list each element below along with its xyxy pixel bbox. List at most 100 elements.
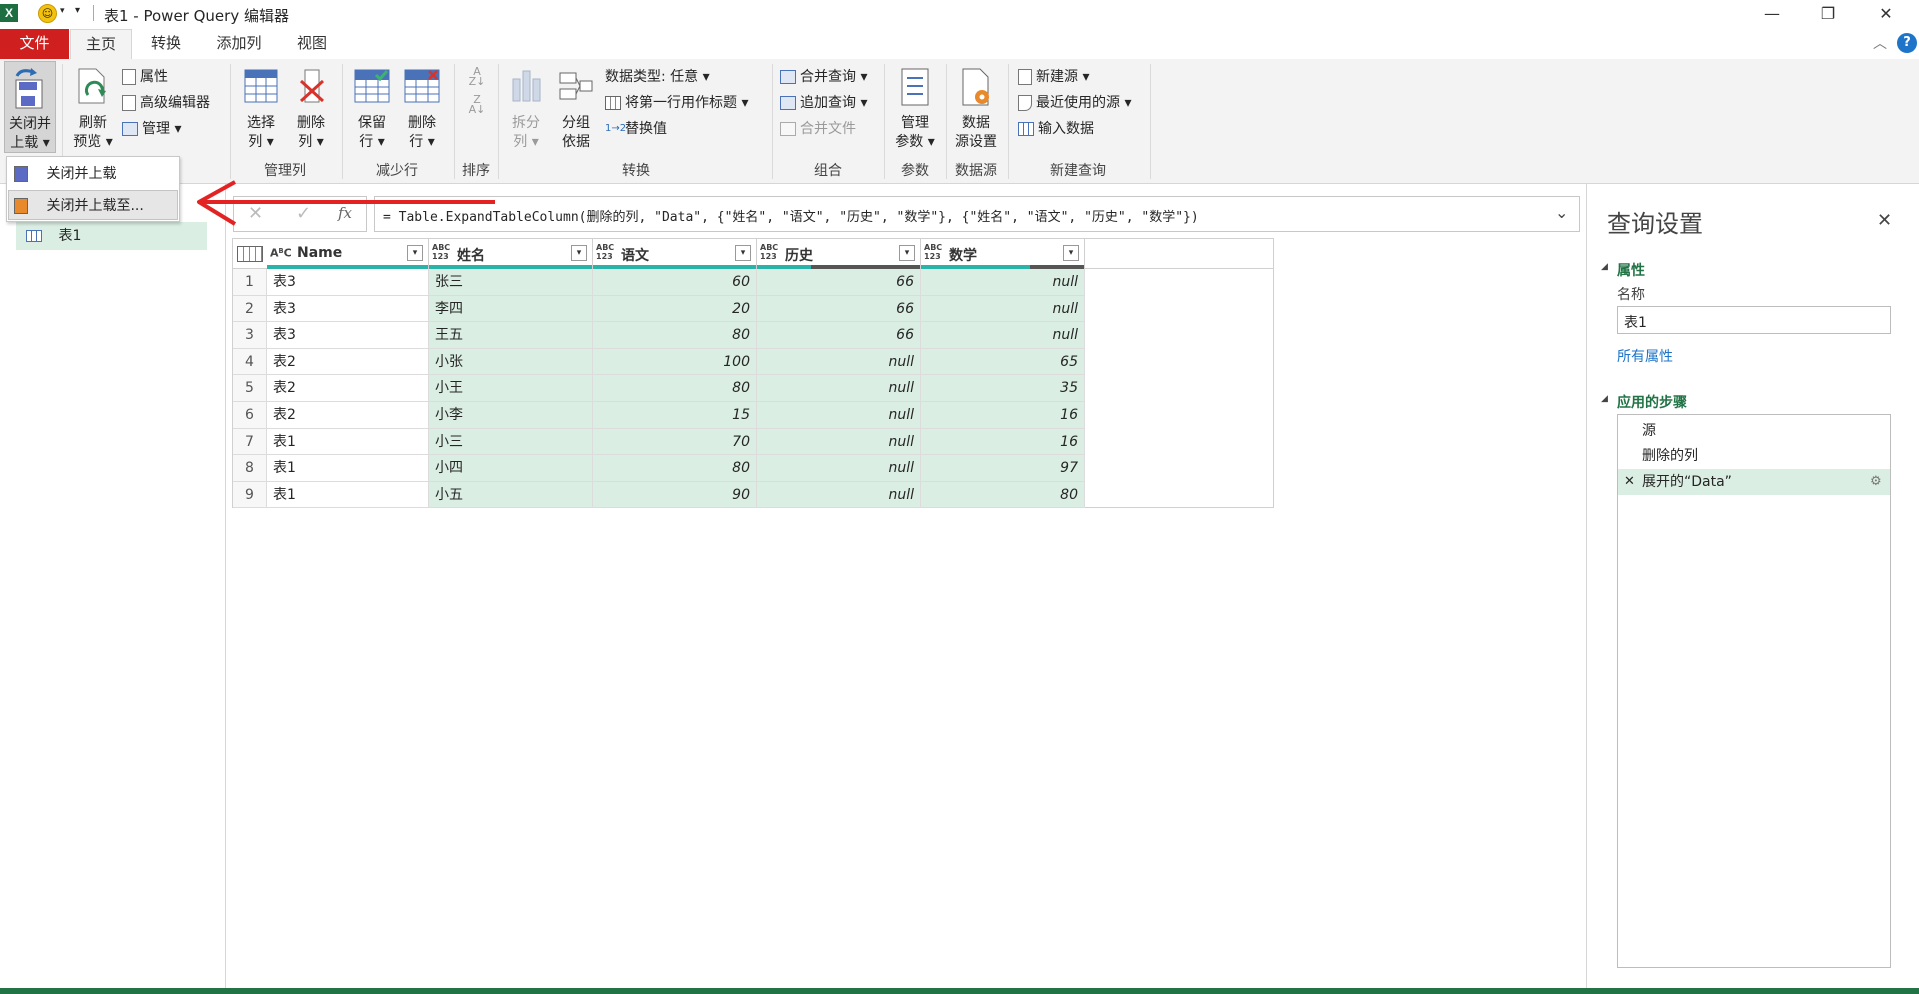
choose-columns-button[interactable]: 选择 列 ▾ bbox=[238, 61, 284, 153]
column-type-icon[interactable]: ABC 123 bbox=[432, 243, 450, 261]
table-cell[interactable]: 表1 bbox=[267, 481, 429, 509]
step-settings-gear-icon[interactable]: ⚙ bbox=[1870, 469, 1882, 495]
minimize-button[interactable]: — bbox=[1762, 4, 1782, 24]
table-cell[interactable]: 表1 bbox=[267, 455, 429, 482]
table-cell[interactable]: null bbox=[921, 322, 1085, 349]
table-cell[interactable]: 李四 bbox=[429, 295, 593, 323]
column-type-icon[interactable]: ABC 123 bbox=[596, 243, 614, 261]
row-number[interactable]: 7 bbox=[233, 428, 267, 456]
table-cell[interactable]: null bbox=[757, 348, 921, 376]
filter-dropdown-icon[interactable]: ▾ bbox=[899, 245, 915, 261]
formula-input[interactable]: = Table.ExpandTableColumn(删除的列, "Data", … bbox=[374, 196, 1580, 232]
row-number[interactable]: 8 bbox=[233, 455, 267, 482]
new-source-button[interactable]: 新建源 ▾ bbox=[1018, 65, 1089, 89]
table-cell[interactable]: null bbox=[757, 481, 921, 509]
expand-formula-icon[interactable]: ⌄ bbox=[1555, 203, 1568, 222]
table-cell[interactable]: 表2 bbox=[267, 348, 429, 376]
data-type-dropdown[interactable]: 数据类型: 任意 ▾ bbox=[605, 65, 710, 89]
enter-data-button[interactable]: 输入数据 bbox=[1018, 117, 1094, 141]
remove-columns-button[interactable]: 删除 列 ▾ bbox=[288, 61, 334, 153]
recent-sources-button[interactable]: 最近使用的源 ▾ bbox=[1018, 91, 1131, 115]
column-type-icon[interactable]: ABC bbox=[270, 247, 292, 259]
close-settings-icon[interactable]: ✕ bbox=[1877, 210, 1892, 231]
manage-button[interactable]: 管理 ▾ bbox=[122, 117, 181, 141]
column-header[interactable]: ABC 123 语文 ▾ bbox=[593, 239, 757, 269]
tab-home[interactable]: 主页 bbox=[70, 29, 132, 59]
step-item[interactable]: 删除的列 bbox=[1618, 444, 1890, 468]
refresh-preview-button[interactable]: 刷新 预览 ▾ bbox=[70, 61, 116, 153]
query-name-input[interactable]: 表1 bbox=[1617, 306, 1891, 334]
table-cell[interactable]: null bbox=[757, 428, 921, 456]
append-queries-button[interactable]: 追加查询 ▾ bbox=[780, 91, 867, 115]
all-properties-link[interactable]: 所有属性 bbox=[1617, 346, 1673, 366]
table-cell[interactable]: 100 bbox=[593, 348, 757, 376]
filter-dropdown-icon[interactable]: ▾ bbox=[1063, 245, 1079, 261]
replace-values-button[interactable]: 1→2替换值 bbox=[605, 117, 667, 141]
column-header[interactable]: ABC Name ▾ bbox=[267, 239, 429, 269]
table-cell[interactable]: null bbox=[921, 295, 1085, 323]
table-cell[interactable]: 表1 bbox=[267, 428, 429, 456]
table-cell[interactable]: 35 bbox=[921, 375, 1085, 402]
tab-add-column[interactable]: 添加列 bbox=[203, 29, 275, 59]
filter-dropdown-icon[interactable]: ▾ bbox=[407, 245, 423, 261]
properties-collapse-icon[interactable]: ◢ bbox=[1601, 262, 1608, 272]
table-cell[interactable]: 张三 bbox=[429, 269, 593, 296]
table-cell[interactable]: 97 bbox=[921, 455, 1085, 482]
table-cell[interactable]: 表3 bbox=[267, 269, 429, 296]
keep-rows-button[interactable]: 保留 行 ▾ bbox=[350, 61, 394, 153]
group-by-button[interactable]: 分组 依据 bbox=[554, 61, 598, 153]
sort-descending-icon[interactable]: Z A↓ bbox=[467, 94, 487, 117]
close-load-button[interactable]: 关闭并 上载 ▾ bbox=[4, 61, 56, 153]
close-window-button[interactable]: ✕ bbox=[1876, 4, 1896, 24]
properties-button[interactable]: 属性 bbox=[122, 65, 168, 89]
manage-parameters-button[interactable]: 管理 参数 ▾ bbox=[890, 61, 940, 153]
column-header[interactable]: ABC 123 历史 ▾ bbox=[757, 239, 921, 269]
filter-dropdown-icon[interactable]: ▾ bbox=[571, 245, 587, 261]
row-number[interactable]: 5 bbox=[233, 375, 267, 402]
smiley-dropdown-icon[interactable]: ▾ bbox=[60, 6, 65, 16]
table-cell[interactable]: 小四 bbox=[429, 455, 593, 482]
table-cell[interactable]: 70 bbox=[593, 428, 757, 456]
restore-button[interactable]: ❐ bbox=[1818, 4, 1838, 24]
column-header[interactable]: ABC 123 数学 ▾ bbox=[921, 239, 1085, 269]
table-cell[interactable]: 60 bbox=[593, 269, 757, 296]
table-cell[interactable]: 20 bbox=[593, 295, 757, 323]
tab-transform[interactable]: 转换 bbox=[135, 29, 197, 59]
column-header[interactable]: ABC 123 姓名 ▾ bbox=[429, 239, 593, 269]
step-item[interactable]: 源 bbox=[1618, 419, 1890, 443]
menu-item-close-load-to[interactable]: 关闭并上载至... bbox=[8, 190, 178, 220]
table-cell[interactable]: 15 bbox=[593, 402, 757, 429]
table-cell[interactable]: 80 bbox=[593, 375, 757, 402]
table-cell[interactable]: null bbox=[921, 269, 1085, 296]
remove-rows-button[interactable]: 删除 行 ▾ bbox=[400, 61, 444, 153]
split-column-button[interactable]: 拆分 列 ▾ bbox=[504, 61, 548, 153]
table-cell[interactable]: null bbox=[757, 375, 921, 402]
tab-view[interactable]: 视图 bbox=[282, 29, 342, 59]
table-cell[interactable]: 16 bbox=[921, 402, 1085, 429]
filter-dropdown-icon[interactable]: ▾ bbox=[735, 245, 751, 261]
column-type-icon[interactable]: ABC 123 bbox=[760, 243, 778, 261]
table-cell[interactable]: 66 bbox=[757, 295, 921, 323]
row-number[interactable]: 3 bbox=[233, 322, 267, 349]
row-number[interactable]: 2 bbox=[233, 295, 267, 323]
table-cell[interactable]: 16 bbox=[921, 428, 1085, 456]
table-cell[interactable]: 65 bbox=[921, 348, 1085, 376]
sort-ascending-icon[interactable]: A Z↓ bbox=[467, 66, 487, 89]
combine-files-button[interactable]: 合并文件 bbox=[780, 117, 856, 141]
table-cell[interactable]: 表2 bbox=[267, 402, 429, 429]
column-type-icon[interactable]: ABC 123 bbox=[924, 243, 942, 261]
table-cell[interactable]: 小五 bbox=[429, 481, 593, 509]
row-number[interactable]: 6 bbox=[233, 402, 267, 429]
query-item[interactable]: 表1 bbox=[16, 222, 207, 250]
table-cell[interactable]: 80 bbox=[593, 455, 757, 482]
table-cell[interactable]: null bbox=[757, 455, 921, 482]
table-cell[interactable]: 小三 bbox=[429, 428, 593, 456]
data-source-settings-button[interactable]: 数据 源设置 bbox=[950, 61, 1002, 153]
menu-item-close-load[interactable]: 关闭并上载 bbox=[8, 159, 178, 189]
delete-step-icon[interactable]: ✕ bbox=[1624, 469, 1635, 495]
table-cell[interactable]: 表2 bbox=[267, 375, 429, 402]
table-cell[interactable]: 表3 bbox=[267, 295, 429, 323]
help-icon[interactable]: ? bbox=[1897, 33, 1917, 53]
table-cell[interactable]: 小张 bbox=[429, 348, 593, 376]
table-cell[interactable]: 王五 bbox=[429, 322, 593, 349]
